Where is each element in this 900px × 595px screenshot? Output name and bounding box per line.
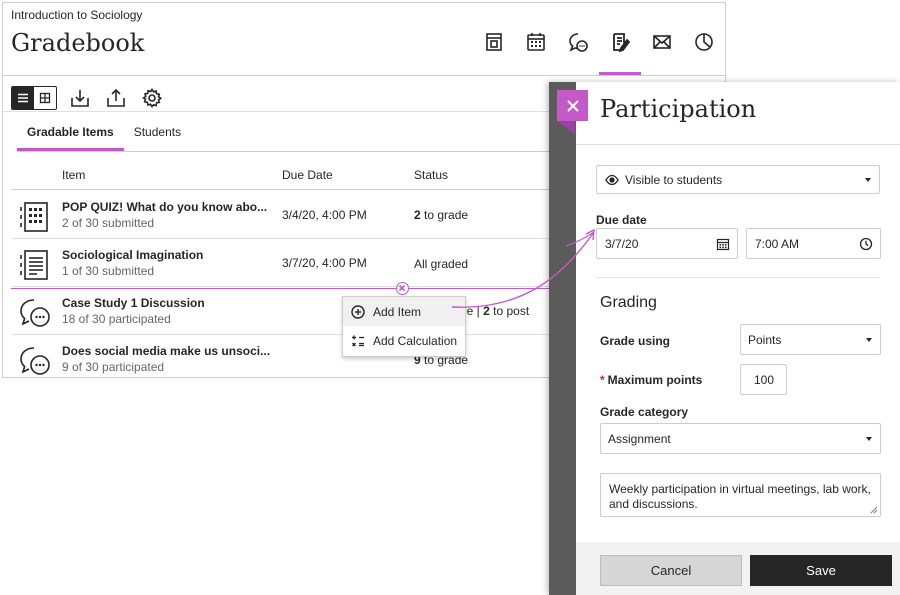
menu-item-label: Add Item xyxy=(373,304,422,319)
eye-icon xyxy=(605,174,619,185)
resize-handle-icon[interactable] xyxy=(870,506,878,514)
grade-using-label: Grade using xyxy=(600,334,671,348)
gradebook-tabs: Gradable Items Students xyxy=(17,121,191,151)
discussion-icon xyxy=(20,299,50,327)
item-status[interactable]: All graded xyxy=(414,257,468,271)
gradebook-icon[interactable] xyxy=(599,25,641,75)
grade-category-select[interactable]: Assignment xyxy=(600,423,881,454)
visibility-select[interactable]: Visible to students xyxy=(596,165,880,194)
item-submissions: 18 of 30 participated xyxy=(62,312,171,326)
close-icon xyxy=(566,99,579,112)
item-status[interactable]: 2 to grade xyxy=(414,208,468,222)
upload-icon[interactable] xyxy=(103,85,129,111)
discussion-icon xyxy=(20,347,50,375)
status-count: 2 xyxy=(414,208,421,222)
status-text: to post xyxy=(489,304,530,318)
assignment-icon xyxy=(20,250,48,280)
required-marker: * xyxy=(600,373,605,387)
settings-icon[interactable] xyxy=(139,85,165,111)
grade-using-value: Points xyxy=(748,332,782,347)
grid-view-icon[interactable] xyxy=(34,87,56,109)
panel-title: Participation xyxy=(600,95,757,123)
mail-icon[interactable] xyxy=(641,25,683,75)
column-header-item[interactable]: Item xyxy=(62,168,85,182)
due-date-field[interactable]: 3/7/20 xyxy=(596,228,738,259)
item-status[interactable]: de | 2 to post xyxy=(460,304,529,318)
calculation-icon xyxy=(352,335,364,346)
status-text: to grade xyxy=(420,208,469,222)
course-nav xyxy=(473,25,725,77)
item-submissions: 2 of 30 submitted xyxy=(62,216,155,230)
grading-title: Grading xyxy=(600,294,657,311)
item-name[interactable]: Does social media make us unsoci... xyxy=(62,344,270,358)
clock-icon[interactable] xyxy=(859,237,873,251)
item-submissions: 1 of 30 submitted xyxy=(62,264,155,278)
due-date-label: Due date xyxy=(596,213,647,227)
due-time-value: 7:00 AM xyxy=(755,236,800,251)
tab-gradable-items[interactable]: Gradable Items xyxy=(17,121,124,151)
view-toggle xyxy=(11,86,57,110)
grade-category-label: Grade category xyxy=(600,405,689,419)
panel-header-divider xyxy=(576,144,900,145)
due-date-value: 3/7/20 xyxy=(605,236,639,251)
list-view-icon[interactable] xyxy=(12,87,34,109)
item-due-date: 3/7/20, 4:00 PM xyxy=(282,256,367,270)
column-header-due-date[interactable]: Due Date xyxy=(282,168,333,182)
analytics-icon[interactable] xyxy=(683,25,725,75)
cancel-button[interactable]: Cancel xyxy=(600,555,742,586)
visibility-value: Visible to students xyxy=(625,172,723,187)
add-item-close-icon[interactable] xyxy=(396,282,409,295)
page-title: Gradebook xyxy=(11,29,145,57)
due-time-field[interactable]: 7:00 AM xyxy=(746,228,881,259)
item-due-date: 3/4/20, 4:00 PM xyxy=(282,208,367,222)
item-submissions: 9 of 30 participated xyxy=(62,360,165,374)
gradebook-toolbar xyxy=(11,85,165,111)
add-context-menu: Add Item Add Calculation xyxy=(342,296,466,357)
chevron-down-icon xyxy=(866,436,872,441)
close-button-fold xyxy=(557,121,575,134)
chevron-down-icon xyxy=(866,337,872,342)
maximum-points-text: Maximum points xyxy=(607,373,703,387)
grade-using-select[interactable]: Points xyxy=(740,324,881,355)
stage: Introduction to Sociology Gradebook Grad… xyxy=(0,0,900,595)
status-count: 2 xyxy=(483,304,490,318)
item-name[interactable]: Sociological Imagination xyxy=(62,248,203,262)
close-button[interactable] xyxy=(557,90,588,121)
menu-item-add-item[interactable]: Add Item xyxy=(343,297,465,326)
add-circle-icon xyxy=(351,304,365,319)
chevron-down-icon xyxy=(865,177,871,182)
add-item-line[interactable] xyxy=(11,288,551,289)
download-icon[interactable] xyxy=(67,85,93,111)
discussion-icon[interactable] xyxy=(557,25,599,75)
maximum-points-value: 100 xyxy=(754,372,775,387)
grade-category-value: Assignment xyxy=(608,431,671,446)
menu-item-label: Add Calculation xyxy=(373,333,458,348)
column-header-status[interactable]: Status xyxy=(414,168,448,182)
maximum-points-label: * Maximum points xyxy=(600,373,702,387)
status-text: All graded xyxy=(414,257,469,271)
calendar-icon[interactable] xyxy=(515,25,557,75)
tab-students[interactable]: Students xyxy=(124,121,191,151)
maximum-points-input[interactable]: 100 xyxy=(740,364,787,395)
panel-edge xyxy=(549,82,576,595)
item-name[interactable]: Case Study 1 Discussion xyxy=(62,296,205,310)
item-name[interactable]: POP QUIZ! What do you know abo... xyxy=(62,200,267,214)
section-divider xyxy=(596,277,880,278)
header-divider xyxy=(3,75,725,76)
description-textarea[interactable]: Weekly participation in virtual meetings… xyxy=(600,473,881,517)
menu-item-add-calculation[interactable]: Add Calculation xyxy=(343,326,465,355)
book-icon[interactable] xyxy=(473,25,515,75)
participation-panel: Participation Visible to students Due da… xyxy=(549,82,900,595)
description-text: Weekly participation in virtual meetings… xyxy=(609,482,871,511)
save-button[interactable]: Save xyxy=(750,555,892,586)
calendar-icon[interactable] xyxy=(716,237,730,251)
test-icon xyxy=(20,202,48,232)
course-name: Introduction to Sociology xyxy=(11,8,143,22)
